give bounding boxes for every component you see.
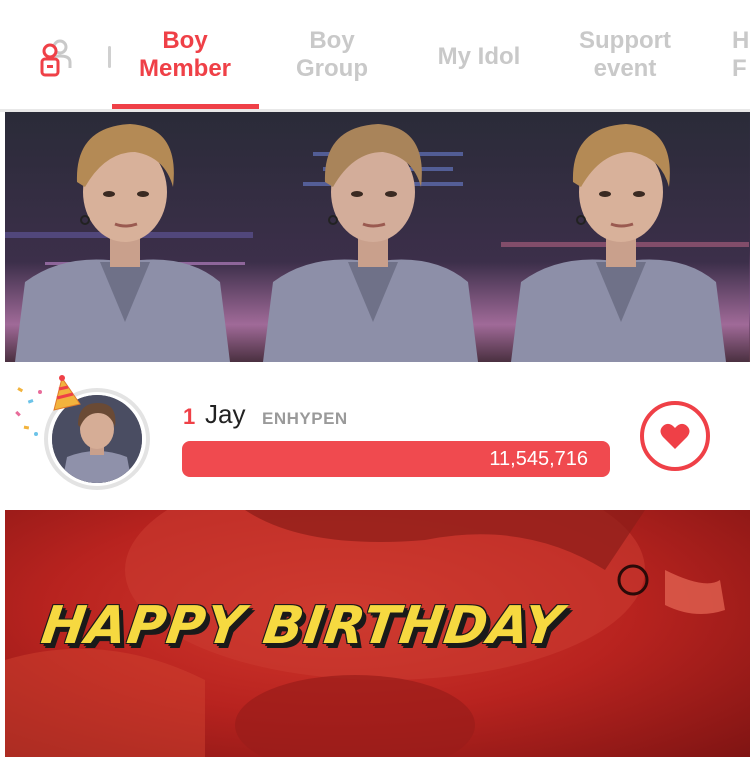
vote-count: 11,545,716 — [489, 448, 588, 470]
tab-label-line1: Boy — [162, 27, 208, 54]
idol-name: Jay — [205, 399, 246, 429]
vote-heart-button[interactable] — [640, 401, 710, 471]
tab-label-line1: Support — [579, 27, 671, 54]
tab-partial[interactable]: H F — [732, 27, 750, 83]
tab-label-line2: Group — [296, 55, 368, 82]
banner-panel — [5, 112, 253, 362]
category-tab-bar: Boy Member Boy Group My Idol Support eve… — [0, 0, 750, 112]
tab-label-line1: Boy — [309, 27, 355, 54]
tab-label-line1: H — [732, 27, 750, 54]
tab-support-event[interactable]: Support event — [572, 27, 678, 83]
party-hat-icon — [53, 375, 81, 411]
tab-label-line2: event — [593, 55, 657, 82]
tab-boy-group[interactable]: Boy Group — [290, 27, 374, 83]
tab-my-idol[interactable]: My Idol — [432, 43, 526, 71]
tab-label-line1: My Idol — [437, 43, 521, 70]
happy-birthday-text: HAPPY BIRTHDAY — [37, 596, 567, 656]
ranking-person-icon[interactable] — [38, 38, 72, 78]
rank-number: 1 — [183, 404, 196, 429]
vote-progress-bar: 11,545,716 — [182, 441, 610, 477]
idol-banner-image[interactable] — [5, 112, 750, 362]
tab-label-line2: F — [732, 55, 747, 82]
heart-icon — [660, 423, 690, 449]
banner-panel — [253, 112, 501, 362]
active-tab-indicator — [112, 104, 259, 109]
idol-group: ENHYPEN — [262, 409, 348, 428]
tab-separator — [108, 46, 111, 68]
tab-boy-member[interactable]: Boy Member — [133, 27, 237, 83]
tab-label-line2: Member — [138, 55, 232, 82]
banner-panel — [501, 112, 749, 362]
